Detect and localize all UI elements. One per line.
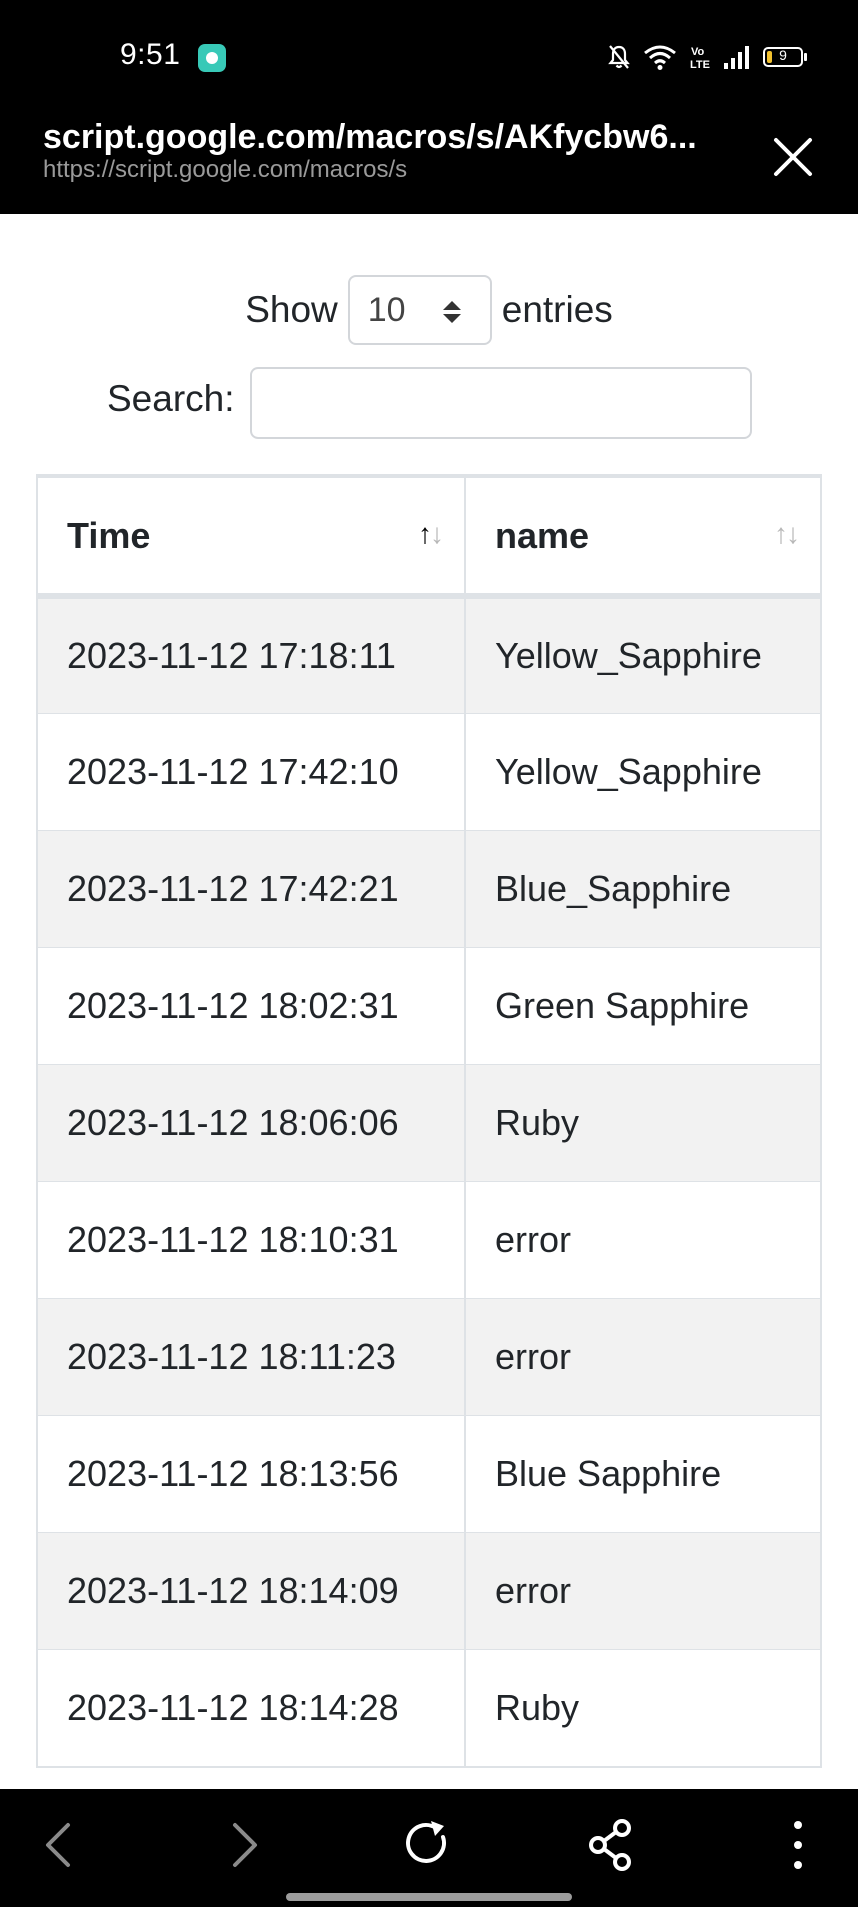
screen: 9:51 Vo LTE 9 script.google.com/macros/s… <box>0 0 858 1907</box>
page-length-value: 10 <box>367 291 406 329</box>
status-icons: Vo LTE 9 <box>607 40 807 74</box>
time-cell: 2023-11-12 17:18:11 <box>38 595 466 713</box>
time-cell: 2023-11-12 17:42:21 <box>38 829 466 947</box>
table-row: 2023-11-12 17:42:21 Blue_Sapphire <box>38 829 820 947</box>
column-header-name[interactable]: name ↑↓ <box>465 478 820 599</box>
name-cell: Green Sapphire <box>465 946 820 1064</box>
app-notification-icon <box>198 44 226 72</box>
time-cell: 2023-11-12 18:14:28 <box>38 1648 466 1766</box>
time-cell: 2023-11-12 18:11:23 <box>38 1297 466 1415</box>
column-header-label: name <box>495 514 590 556</box>
back-icon <box>46 1823 70 1867</box>
page-url: https://script.google.com/macros/s <box>43 156 408 183</box>
table-row: 2023-11-12 18:13:56 Blue Sapphire <box>38 1414 820 1532</box>
time-cell: 2023-11-12 18:14:09 <box>38 1531 466 1649</box>
table-row: 2023-11-12 18:14:28 Ruby <box>38 1648 820 1766</box>
sort-both-icon: ↑↓ <box>774 518 800 549</box>
refresh-icon <box>406 1821 446 1863</box>
time-cell: 2023-11-12 18:10:31 <box>38 1180 466 1298</box>
time-cell: 2023-11-12 18:13:56 <box>38 1414 466 1532</box>
forward-button[interactable] <box>213 1815 273 1875</box>
data-table: Time ↑↓ name ↑↓ 2023-11-12 17:18:11 Yell… <box>36 474 822 1768</box>
name-cell: error <box>465 1297 820 1415</box>
battery-level: 9 <box>779 47 787 63</box>
bell-muted-icon <box>608 45 630 69</box>
page-title: script.google.com/macros/s/AKfycbw6... <box>43 118 697 156</box>
table-row: 2023-11-12 18:02:31 Green Sapphire <box>38 946 820 1064</box>
page-length-select[interactable]: 10 <box>347 275 492 345</box>
table-row: 2023-11-12 18:10:31 error <box>38 1180 820 1298</box>
table-row: 2023-11-12 18:14:09 error <box>38 1531 820 1649</box>
status-bar: 9:51 Vo LTE 9 <box>0 0 858 100</box>
table-header-row: Time ↑↓ name ↑↓ <box>38 478 820 599</box>
search-label: Search: <box>107 378 235 419</box>
time-cell: 2023-11-12 18:06:06 <box>38 1063 466 1181</box>
name-cell: Blue_Sapphire <box>465 829 820 947</box>
volte-icon: Vo LTE <box>690 46 710 70</box>
share-icon <box>589 1819 631 1871</box>
status-time: 9:51 <box>120 38 181 71</box>
time-cell: 2023-11-12 18:02:31 <box>38 946 466 1064</box>
table-row: 2023-11-12 17:18:11 Yellow_Sapphire <box>38 595 820 713</box>
show-label: Show <box>245 289 338 330</box>
svg-text:Vo: Vo <box>691 46 705 58</box>
close-button[interactable] <box>766 130 820 184</box>
table-row: 2023-11-12 18:06:06 Ruby <box>38 1063 820 1181</box>
select-arrows-icon <box>442 301 461 323</box>
sort-ascending-icon: ↑↓ <box>418 518 444 549</box>
name-cell: Yellow_Sapphire <box>465 595 820 713</box>
table-row: 2023-11-12 18:11:23 error <box>38 1297 820 1415</box>
column-header-label: Time <box>67 514 151 556</box>
wifi-icon <box>644 45 676 70</box>
table-row: 2023-11-12 17:42:10 Yellow_Sapphire <box>38 712 820 830</box>
more-icon <box>794 1821 802 1869</box>
back-button[interactable] <box>30 1815 90 1875</box>
name-cell: Yellow_Sapphire <box>465 712 820 830</box>
entries-label: entries <box>501 289 613 330</box>
more-button[interactable] <box>768 1815 828 1875</box>
forward-icon <box>233 1823 257 1867</box>
share-button[interactable] <box>582 1815 642 1875</box>
svg-text:LTE: LTE <box>690 59 710 70</box>
signal-icon <box>724 46 749 69</box>
browser-bottom-nav <box>0 1789 858 1907</box>
search-input[interactable] <box>250 367 752 439</box>
close-icon <box>774 138 812 176</box>
time-cell: 2023-11-12 17:42:10 <box>38 712 466 830</box>
name-cell: Blue Sapphire <box>465 1414 820 1532</box>
browser-title-bar: script.google.com/macros/s/AKfycbw6... h… <box>0 100 858 214</box>
page-length-control: Show 10 entries <box>0 274 858 346</box>
name-cell: Ruby <box>465 1648 820 1766</box>
name-cell: Ruby <box>465 1063 820 1181</box>
home-indicator[interactable] <box>286 1893 572 1901</box>
name-cell: error <box>465 1531 820 1649</box>
refresh-button[interactable] <box>398 1815 458 1875</box>
column-header-time[interactable]: Time ↑↓ <box>38 478 466 599</box>
name-cell: error <box>465 1180 820 1298</box>
battery-icon: 9 <box>763 47 807 67</box>
